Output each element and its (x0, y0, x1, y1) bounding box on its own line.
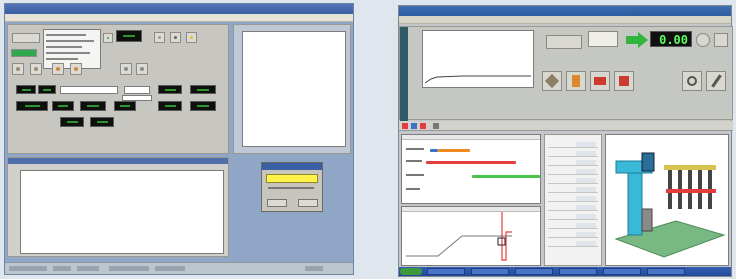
fixture-pins (664, 165, 716, 209)
star-icon[interactable] (186, 32, 197, 43)
popup-dialog (261, 162, 323, 212)
wrench-icon[interactable] (136, 63, 148, 75)
machine-model-svg (614, 152, 726, 258)
value-input[interactable] (60, 86, 118, 94)
gear-icon[interactable] (682, 71, 702, 91)
right-title-bar (399, 6, 731, 16)
taskbar-item[interactable] (647, 268, 685, 275)
curve-plot-svg (406, 212, 512, 261)
status-readout (116, 30, 142, 42)
left-control-panel (7, 24, 229, 154)
curve-plot (401, 206, 541, 266)
value-display (190, 85, 216, 94)
timeline-bar (438, 149, 470, 152)
toolbar-icon[interactable] (420, 123, 426, 129)
tool-icon[interactable] (12, 63, 24, 75)
left-strip (400, 27, 408, 121)
left-plot-area (242, 31, 346, 147)
trend-line-svg (424, 75, 531, 84)
value-input[interactable] (124, 86, 150, 94)
save-icon[interactable] (566, 71, 586, 91)
value-display (158, 85, 182, 94)
motor (641, 152, 655, 172)
value-display (190, 101, 216, 111)
value-display (16, 101, 48, 111)
taskbar-item[interactable] (603, 268, 641, 275)
gauge-icon[interactable] (154, 32, 165, 43)
popup-ok-button[interactable] (267, 199, 287, 207)
left-lower-panel (7, 157, 229, 257)
timeline-panel (401, 134, 541, 204)
popup-message (266, 174, 318, 183)
block (641, 208, 653, 232)
value-display (80, 101, 106, 111)
value-readout: 0.00 (650, 31, 692, 47)
property-grid (544, 134, 602, 266)
mode-button[interactable] (12, 33, 40, 43)
value-input[interactable] (122, 95, 152, 101)
toolbar-icon[interactable] (402, 123, 408, 129)
right-toolbar (399, 121, 733, 131)
gauge-icon[interactable] (696, 33, 710, 47)
tool-icon[interactable] (542, 71, 562, 91)
help-icon[interactable] (614, 71, 634, 91)
left-chart-panel (233, 24, 351, 154)
trend-plot (422, 30, 534, 88)
green-arrow-icon[interactable] (103, 33, 113, 43)
value-readout-text: 0.00 (659, 33, 688, 47)
wrench-icon[interactable] (706, 71, 726, 91)
machine-model-view (605, 134, 729, 266)
taskbar-item[interactable] (559, 268, 597, 275)
taskbar-item[interactable] (471, 268, 509, 275)
settings-icon[interactable] (714, 33, 728, 47)
right-control-panel: 0.00 (399, 26, 733, 121)
taskbar (399, 267, 731, 276)
printer-icon[interactable] (170, 32, 181, 43)
value-display (38, 85, 56, 94)
toolbar-icon[interactable] (411, 123, 417, 129)
column (627, 164, 643, 236)
popup-title-bar (262, 163, 322, 170)
mode-button[interactable] (546, 35, 582, 49)
value-display (90, 117, 114, 127)
status-indicator (588, 31, 618, 47)
start-button[interactable] (11, 49, 37, 57)
timeline-bar (472, 175, 540, 178)
right-app-window: 0.00 (398, 5, 733, 277)
timeline-bar (430, 149, 438, 152)
popup-cancel-button[interactable] (298, 199, 318, 207)
tool-icon[interactable] (52, 63, 64, 75)
arrow-right-icon (626, 32, 648, 48)
value-display (52, 101, 74, 111)
value-display (158, 101, 182, 111)
left-lower-title-bar (8, 158, 228, 164)
start-button[interactable] (400, 268, 422, 275)
left-title-bar (5, 4, 353, 14)
value-display (114, 101, 136, 111)
right-menu-bar (399, 16, 731, 24)
value-display (60, 117, 84, 127)
taskbar-item[interactable] (427, 268, 465, 275)
timeline-bar (426, 161, 516, 164)
left-status-bar (5, 262, 353, 274)
curve-baseline (406, 235, 512, 257)
left-app-window (4, 3, 354, 275)
taskbar-item[interactable] (515, 268, 553, 275)
tool-icon[interactable] (70, 63, 82, 75)
trend-line (424, 75, 531, 84)
left-lower-plot-area (20, 170, 224, 254)
tool-icon[interactable] (120, 63, 132, 75)
tool-icon[interactable] (30, 63, 42, 75)
popup-text-line (268, 187, 314, 189)
value-display (16, 85, 36, 94)
toolbar-icon[interactable] (433, 123, 439, 129)
left-menu-bar (5, 14, 353, 22)
printer-icon[interactable] (590, 71, 610, 91)
